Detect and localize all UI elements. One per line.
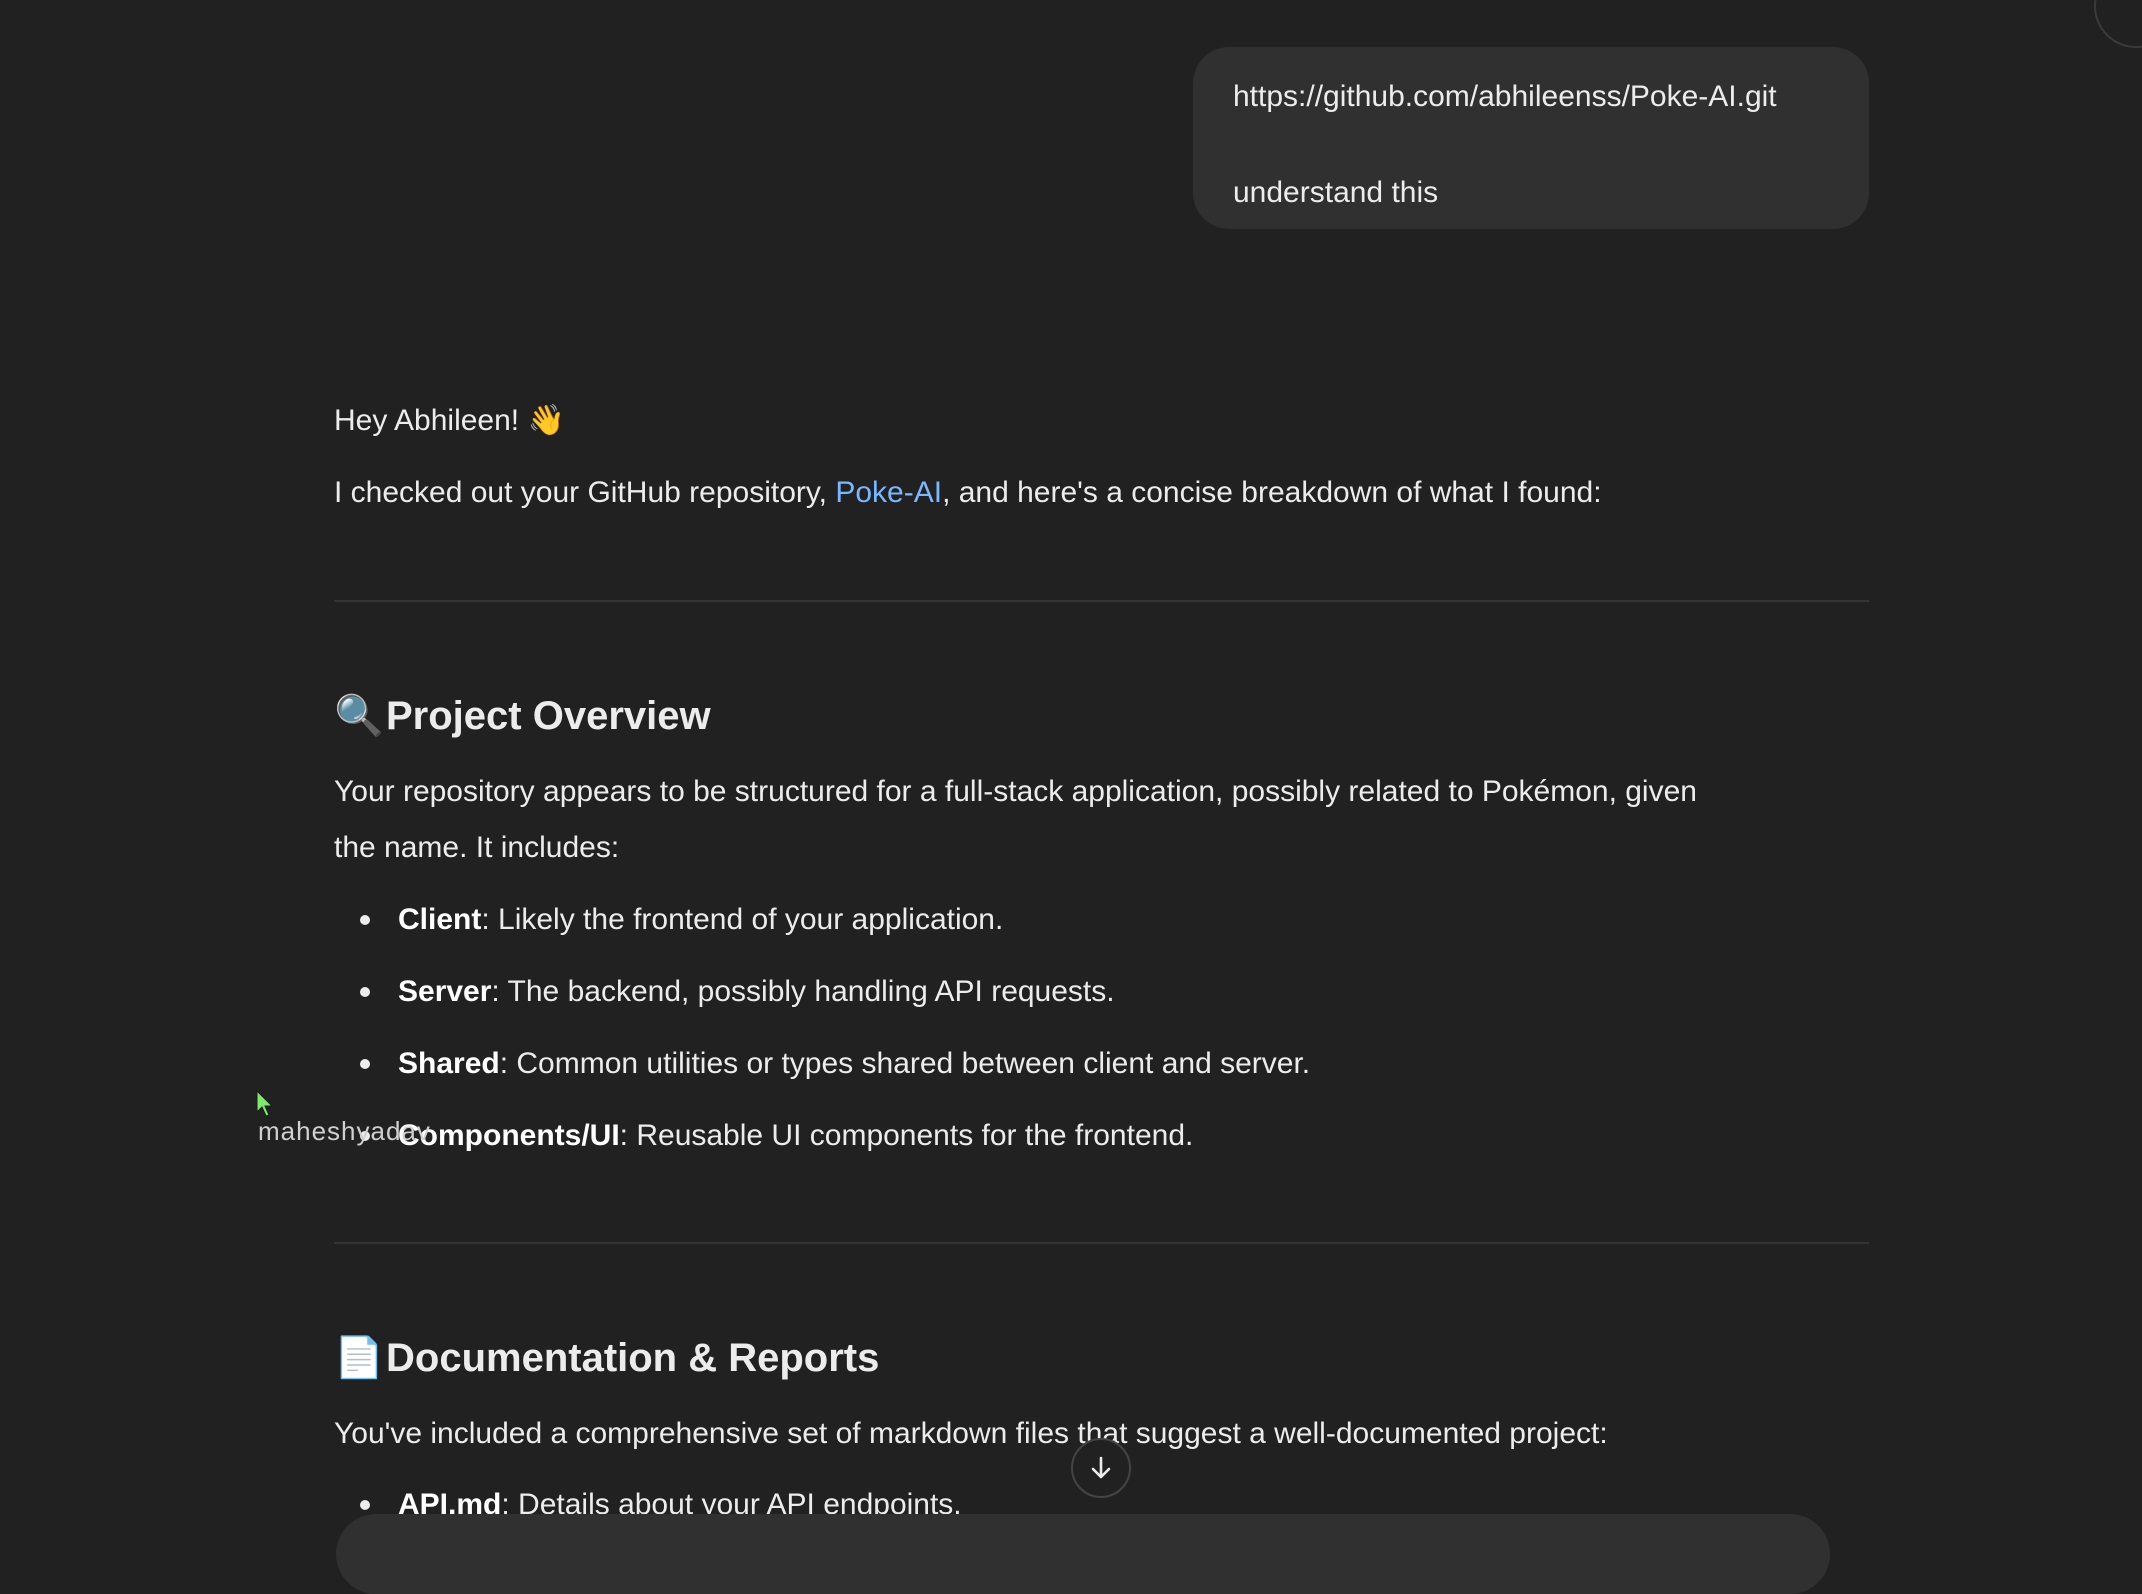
divider	[334, 600, 1869, 602]
list-item: Components/UI: Reusable UI components fo…	[398, 1108, 1193, 1164]
corner-button[interactable]	[2094, 0, 2142, 48]
repo-link[interactable]: Poke-AI	[835, 476, 942, 509]
bullet-icon	[360, 915, 370, 925]
arrow-down-icon	[1091, 1456, 1111, 1479]
list-item-desc: : The backend, possibly handling API req…	[491, 975, 1115, 1008]
user-message-line: https://github.com/abhileenss/Poke-AI.gi…	[1233, 80, 1777, 113]
magnifier-emoji-icon: 🔍	[334, 694, 384, 738]
section-heading-overview: 🔍Project Overview	[334, 688, 711, 744]
bullet-icon	[360, 1059, 370, 1069]
scroll-down-button[interactable]	[1071, 1438, 1131, 1498]
document-emoji-icon: 📄	[334, 1336, 384, 1380]
section-title: Documentation & Reports	[386, 1336, 880, 1380]
list-item: Server: The backend, possibly handling A…	[398, 964, 1115, 1020]
overview-paragraph-line: the name. It includes:	[334, 831, 620, 864]
list-item-desc: : Common utilities or types shared betwe…	[499, 1047, 1311, 1080]
greeting: Hey Abhileen! 👋	[334, 404, 565, 437]
intro-text: I checked out your GitHub repository,	[334, 476, 836, 509]
message-composer[interactable]	[336, 1514, 1830, 1594]
overview-paragraph-line: Your repository appears to be structured…	[334, 775, 1697, 808]
divider	[334, 1242, 1869, 1244]
list-item: Client: Likely the frontend of your appl…	[398, 892, 1003, 948]
cursor-label: maheshyadav	[258, 1116, 431, 1146]
docs-paragraph: You've included a comprehensive set of m…	[334, 1417, 1608, 1450]
intro-paragraph: I checked out your GitHub repository, Po…	[334, 465, 1602, 521]
list-item: Shared: Common utilities or types shared…	[398, 1036, 1310, 1092]
intro-text: , and here's a concise breakdown of what…	[942, 476, 1602, 509]
section-heading-docs: 📄Documentation & Reports	[334, 1330, 879, 1386]
list-item-desc: : Reusable UI components for the fronten…	[619, 1119, 1194, 1152]
list-item-term: Components/UI	[398, 1119, 620, 1152]
bullet-icon	[360, 1500, 370, 1510]
bullet-icon	[360, 987, 370, 997]
list-item-term: Shared	[398, 1047, 500, 1080]
pointer-cursor-icon	[256, 1090, 274, 1117]
user-message-bubble: https://github.com/abhileenss/Poke-AI.gi…	[1193, 47, 1869, 229]
list-item-term: Server	[398, 975, 492, 1008]
list-item-desc: : Likely the frontend of your applicatio…	[481, 903, 1004, 936]
user-message-line: understand this	[1233, 176, 1439, 209]
section-title: Project Overview	[386, 694, 711, 738]
list-item-term: Client	[398, 903, 482, 936]
